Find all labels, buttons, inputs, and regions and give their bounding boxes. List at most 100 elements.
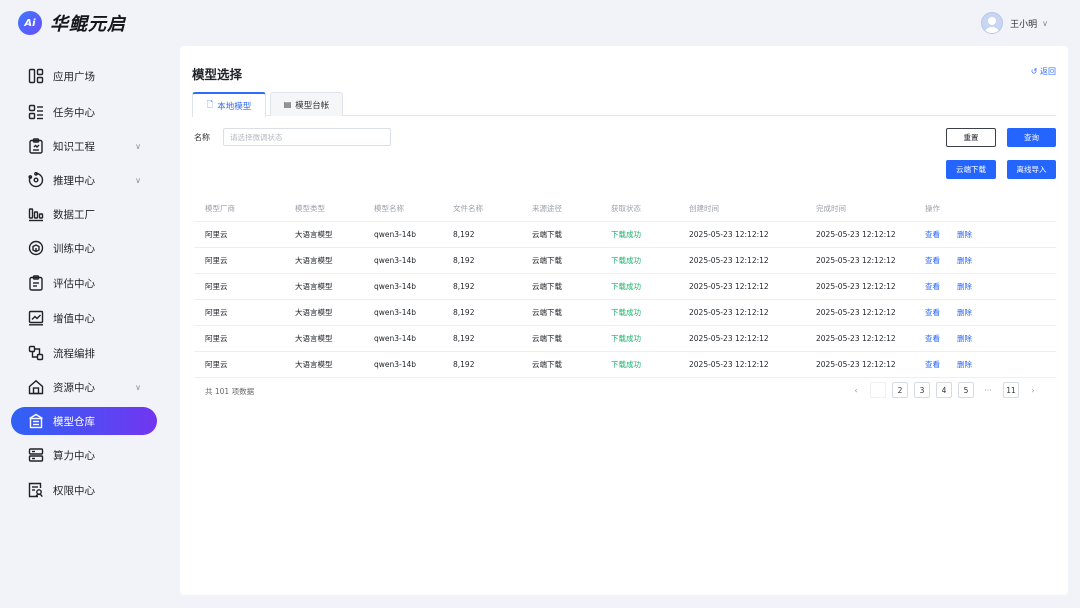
page-5-button[interactable]: 5 <box>958 382 974 398</box>
delete-link[interactable]: 删除 <box>957 300 972 326</box>
value-trend-icon <box>28 310 44 326</box>
name-filter-label: 名称 <box>194 133 210 142</box>
sidebar-item-label: 训练中心 <box>53 242 95 255</box>
page-11-button[interactable]: 11 <box>1003 382 1019 398</box>
sidebar-item-flow-orchestration[interactable]: 流程编排 <box>11 339 157 367</box>
status-badge: 下载成功 <box>611 360 641 369</box>
page-1-button[interactable]: 1 <box>870 382 886 398</box>
file-name-cell: 8,192 <box>453 282 475 291</box>
tab-model-ledger[interactable]: ▤ 模型台帐 <box>270 92 343 116</box>
resource-home-icon <box>28 379 44 395</box>
type-cell: 大语言模型 <box>295 308 333 317</box>
sidebar-item-label: 算力中心 <box>53 449 95 462</box>
sidebar-item-knowledge-engineering[interactable]: 知识工程 ∨ <box>11 132 157 160</box>
vendor-cell: 阿里云 <box>205 308 228 317</box>
logo-mark-icon: Ai <box>18 11 42 35</box>
created-time-cell: 2025-05-23 12:12:12 <box>689 360 769 369</box>
delete-link[interactable]: 删除 <box>957 326 972 352</box>
delete-link[interactable]: 删除 <box>957 352 972 378</box>
status-badge: 下载成功 <box>611 282 641 291</box>
sidebar-item-compute-center[interactable]: 算力中心 <box>11 441 157 469</box>
inference-cycle-icon <box>28 172 44 188</box>
column-header: 来源途径 <box>532 204 562 213</box>
sidebar-item-evaluation-center[interactable]: 评估中心 <box>11 269 157 297</box>
page-3-button[interactable]: 3 <box>914 382 930 398</box>
sidebar-item-label: 资源中心 <box>53 381 95 394</box>
delete-link[interactable]: 删除 <box>957 222 972 248</box>
created-time-cell: 2025-05-23 12:12:12 <box>689 308 769 317</box>
column-header: 获取状态 <box>611 204 641 213</box>
page-2-button[interactable]: 2 <box>892 382 908 398</box>
table-row: 阿里云 大语言模型 qwen3-14b 8,192 云端下载 下载成功 2025… <box>194 326 1056 352</box>
name-filter-input[interactable] <box>223 128 391 146</box>
table-row: 阿里云 大语言模型 qwen3-14b 8,192 云端下载 下载成功 2025… <box>194 248 1056 274</box>
completed-time-cell: 2025-05-23 12:12:12 <box>816 282 896 291</box>
view-link[interactable]: 查看 <box>925 300 940 326</box>
tab-label: 模型台帐 <box>295 100 330 111</box>
created-time-cell: 2025-05-23 12:12:12 <box>689 334 769 343</box>
source-cell: 云端下载 <box>532 256 562 265</box>
sidebar-item-label: 应用广场 <box>53 70 95 83</box>
tab-bar: 🗋 本地模型 ▤ 模型台帐 <box>192 92 1056 117</box>
offline-import-button[interactable]: 离线导入 <box>1007 160 1056 179</box>
sidebar-item-inference-center[interactable]: 推理中心 ∨ <box>11 166 157 194</box>
sidebar-item-resource-center[interactable]: 资源中心 ∨ <box>11 373 157 401</box>
sidebar-item-task-center[interactable]: 任务中心 <box>11 98 157 126</box>
model-name-cell: qwen3-14b <box>374 230 417 239</box>
table-row: 阿里云 大语言模型 qwen3-14b 8,192 云端下载 下载成功 2025… <box>194 274 1056 300</box>
app-logo[interactable]: Ai 华鲲元启 <box>18 10 126 36</box>
cloud-download-button[interactable]: 云端下载 <box>946 160 996 179</box>
view-link[interactable]: 查看 <box>925 326 940 352</box>
tab-local-models[interactable]: 🗋 本地模型 <box>192 92 266 117</box>
column-header: 文件名称 <box>453 204 483 213</box>
delete-link[interactable]: 删除 <box>957 248 972 274</box>
column-header: 模型类型 <box>295 204 325 213</box>
next-page-button[interactable]: › <box>1025 382 1041 398</box>
table-row: 阿里云 大语言模型 qwen3-14b 8,192 云端下载 下载成功 2025… <box>194 300 1056 326</box>
knowledge-clipboard-icon <box>28 138 44 154</box>
prev-page-button[interactable]: ‹ <box>848 382 864 398</box>
sidebar-item-model-warehouse[interactable]: 模型仓库 <box>11 407 157 435</box>
type-cell: 大语言模型 <box>295 230 333 239</box>
back-link[interactable]: ↺ 返回 <box>1031 66 1056 77</box>
vendor-cell: 阿里云 <box>205 334 228 343</box>
avatar[interactable] <box>981 12 1004 34</box>
type-cell: 大语言模型 <box>295 334 333 343</box>
sidebar-item-data-factory[interactable]: 数据工厂 <box>11 200 157 228</box>
sidebar-item-training-center[interactable]: 训练中心 <box>11 234 157 262</box>
sidebar-item-label: 增值中心 <box>53 312 95 325</box>
source-cell: 云端下载 <box>532 308 562 317</box>
page-ellipsis: ··· <box>980 382 996 398</box>
sidebar-item-permission-center[interactable]: 权限中心 <box>11 476 157 504</box>
column-header: 完成时间 <box>816 204 846 213</box>
view-link[interactable]: 查看 <box>925 352 940 378</box>
page-4-button[interactable]: 4 <box>936 382 952 398</box>
status-badge: 下载成功 <box>611 230 641 239</box>
sidebar-item-value-added-center[interactable]: 增值中心 <box>11 304 157 332</box>
flow-nodes-icon <box>28 345 44 361</box>
user-menu[interactable]: 王小明 ∨ <box>981 12 1048 34</box>
view-link[interactable]: 查看 <box>925 222 940 248</box>
file-name-cell: 8,192 <box>453 334 475 343</box>
completed-time-cell: 2025-05-23 12:12:12 <box>816 308 896 317</box>
vendor-cell: 阿里云 <box>205 256 228 265</box>
view-link[interactable]: 查看 <box>925 274 940 300</box>
query-button[interactable]: 查询 <box>1007 128 1056 147</box>
evaluation-clipboard-icon <box>28 275 44 291</box>
sidebar-item-app-square[interactable]: 应用广场 <box>11 62 157 90</box>
user-name: 王小明 <box>1010 19 1038 30</box>
chevron-down-icon: ∨ <box>135 382 141 392</box>
completed-time-cell: 2025-05-23 12:12:12 <box>816 360 896 369</box>
sidebar-item-label: 任务中心 <box>53 106 95 119</box>
created-time-cell: 2025-05-23 12:12:12 <box>689 256 769 265</box>
delete-link[interactable]: 删除 <box>957 274 972 300</box>
completed-time-cell: 2025-05-23 12:12:12 <box>816 256 896 265</box>
column-header: 操作 <box>925 204 940 213</box>
reset-button[interactable]: 重置 <box>946 128 996 147</box>
file-name-cell: 8,192 <box>453 308 475 317</box>
document-icon: 🗋 <box>206 99 214 109</box>
type-cell: 大语言模型 <box>295 256 333 265</box>
view-link[interactable]: 查看 <box>925 248 940 274</box>
permission-doc-icon <box>28 482 44 498</box>
task-list-icon <box>28 104 44 120</box>
